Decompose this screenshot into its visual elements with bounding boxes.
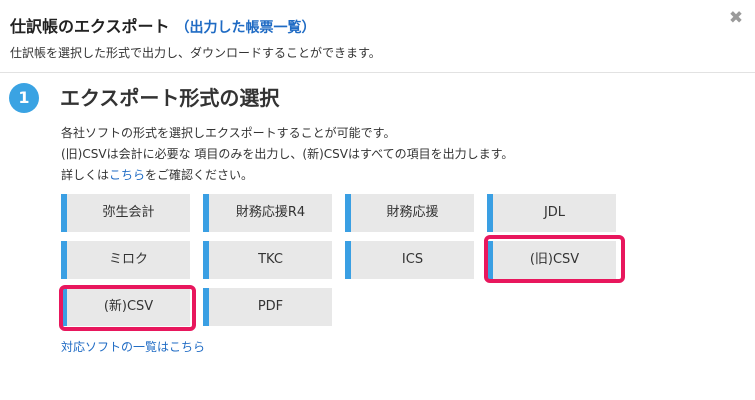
format-button-jdl[interactable]: JDL bbox=[487, 194, 616, 232]
format-button-old-csv[interactable]: (旧)CSV bbox=[487, 241, 616, 279]
step-title: エクスポート形式の選択 bbox=[60, 86, 280, 110]
format-button-yayoi[interactable]: 弥生会計 bbox=[61, 194, 190, 232]
format-button-pdf[interactable]: PDF bbox=[203, 288, 332, 326]
dialog-header: 仕訳帳のエクスポート （出力した帳票一覧） 仕訳帳を選択した形式で出力し、ダウンロ… bbox=[0, 0, 755, 73]
format-button-zaimu-ouen-r4[interactable]: 財務応援R4 bbox=[203, 194, 332, 232]
dialog-subtitle: 仕訳帳を選択した形式で出力し、ダウンロードすることができます。 bbox=[10, 46, 381, 60]
description-line-2: (旧)CSVは会計に必要な 項目のみを出力し、(新)CSVはすべての項目を出力し… bbox=[61, 147, 514, 161]
step-number-badge: 1 bbox=[9, 83, 39, 113]
format-button-zaimu-ouen[interactable]: 財務応援 bbox=[345, 194, 474, 232]
details-link[interactable]: こちら bbox=[109, 168, 145, 182]
dialog-title: 仕訳帳のエクスポート bbox=[10, 17, 170, 36]
title-row: 仕訳帳のエクスポート （出力した帳票一覧） bbox=[10, 13, 316, 37]
description: 各社ソフトの形式を選択しエクスポートすることが可能です。 (旧)CSVは会計に必… bbox=[61, 123, 513, 186]
description-line-1: 各社ソフトの形式を選択しエクスポートすることが可能です。 bbox=[61, 126, 396, 140]
close-icon[interactable]: ✖ bbox=[725, 7, 747, 29]
output-list-link[interactable]: （出力した帳票一覧） bbox=[176, 20, 316, 36]
format-button-miroku[interactable]: ミロク bbox=[61, 241, 190, 279]
format-button-ics[interactable]: ICS bbox=[345, 241, 474, 279]
description-line-3-suffix: をご確認ください。 bbox=[145, 168, 254, 182]
description-line-3: 詳しくはこちらをご確認ください。 bbox=[61, 165, 513, 186]
format-button-tkc[interactable]: TKC bbox=[203, 241, 332, 279]
format-button-new-csv[interactable]: (新)CSV bbox=[61, 288, 190, 326]
description-line-3-prefix: 詳しくは bbox=[61, 168, 110, 182]
supported-software-link[interactable]: 対応ソフトの一覧はこちら bbox=[61, 338, 205, 355]
